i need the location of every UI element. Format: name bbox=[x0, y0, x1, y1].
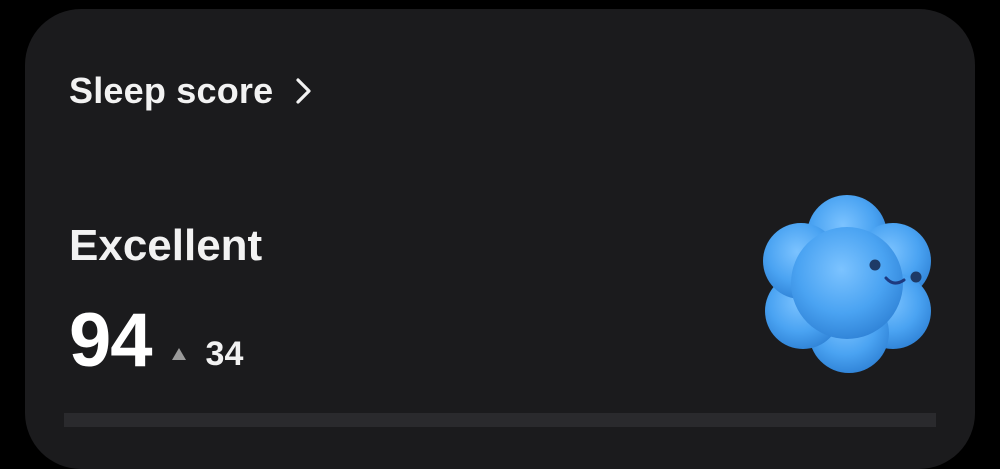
chevron-right-icon bbox=[296, 78, 311, 104]
card-bottom-divider bbox=[64, 413, 936, 427]
sleep-score-card[interactable]: Sleep score Excellent 94 34 bbox=[25, 9, 975, 469]
sleep-score-title: Sleep score bbox=[69, 70, 274, 111]
score-row: 94 34 bbox=[69, 297, 243, 384]
score-change: 34 bbox=[171, 334, 244, 374]
smiling-cloud-mascot-icon bbox=[763, 195, 931, 373]
sleep-score-value: 94 bbox=[69, 298, 153, 383]
sleep-score-header-link[interactable]: Sleep score bbox=[69, 69, 313, 113]
sleep-quality-label: Excellent bbox=[69, 221, 263, 270]
score-change-value: 34 bbox=[205, 334, 244, 373]
triangle-up-icon bbox=[171, 348, 186, 360]
